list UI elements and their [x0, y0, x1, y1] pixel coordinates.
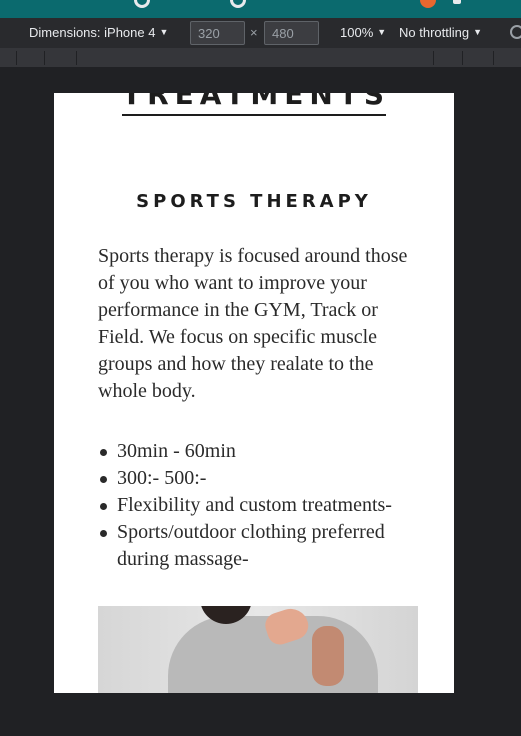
ruler-tick: [462, 51, 463, 65]
device-screen[interactable]: TREATMENTS SPORTS THERAPY Sports therapy…: [54, 93, 454, 693]
device-dimensions-label: Dimensions: iPhone 4: [29, 25, 156, 40]
massage-photo: [98, 606, 418, 693]
ruler-tick: [433, 51, 434, 65]
chevron-down-icon: ▼: [377, 27, 387, 37]
photo-arm-shape: [312, 626, 344, 686]
device-dimensions-dropdown[interactable]: Dimensions: iPhone 4 ▼: [29, 25, 168, 40]
times-symbol: ×: [250, 25, 258, 40]
ruler-tick: [44, 51, 45, 65]
tab-icon[interactable]: [453, 0, 461, 4]
list-item: 30min - 60min: [98, 438, 418, 465]
heading-underline: [122, 114, 386, 116]
more-options-icon[interactable]: [510, 25, 521, 39]
device-toolbar: Dimensions: iPhone 4 ▼ 320 × 480 100% ▼ No…: [0, 18, 521, 48]
ruler-tick: [16, 51, 17, 65]
list-item: 300:- 500:-: [98, 465, 418, 492]
page-heading: TREATMENTS: [122, 93, 391, 111]
zoom-label: 100%: [340, 25, 374, 40]
throttling-dropdown[interactable]: No throttling ▼: [399, 25, 482, 40]
tab-icon[interactable]: [134, 0, 150, 8]
section-description: Sports therapy is focused around those o…: [98, 245, 408, 402]
chevron-down-icon: ▼: [473, 27, 483, 37]
browser-top-strip: [0, 0, 521, 18]
notification-icon[interactable]: [420, 0, 436, 8]
throttling-label: No throttling: [399, 25, 470, 40]
chevron-down-icon: ▼: [159, 27, 169, 37]
list-item: Flexibility and custom treatments-: [98, 492, 418, 519]
feature-list: 30min - 60min 300:- 500:- Flexibility an…: [98, 438, 418, 573]
list-item: Sports/outdoor clothing preferred during…: [98, 519, 418, 573]
width-input[interactable]: 320: [190, 21, 245, 45]
media-query-ruler: [0, 48, 521, 68]
zoom-dropdown[interactable]: 100% ▼: [340, 25, 386, 40]
ruler-tick: [493, 51, 494, 65]
device-viewport-area: TREATMENTS SPORTS THERAPY Sports therapy…: [0, 68, 521, 736]
ruler-tick: [76, 51, 77, 65]
height-input[interactable]: 480: [264, 21, 319, 45]
section-title: SPORTS THERAPY: [136, 191, 372, 212]
tab-icon[interactable]: [230, 0, 246, 8]
